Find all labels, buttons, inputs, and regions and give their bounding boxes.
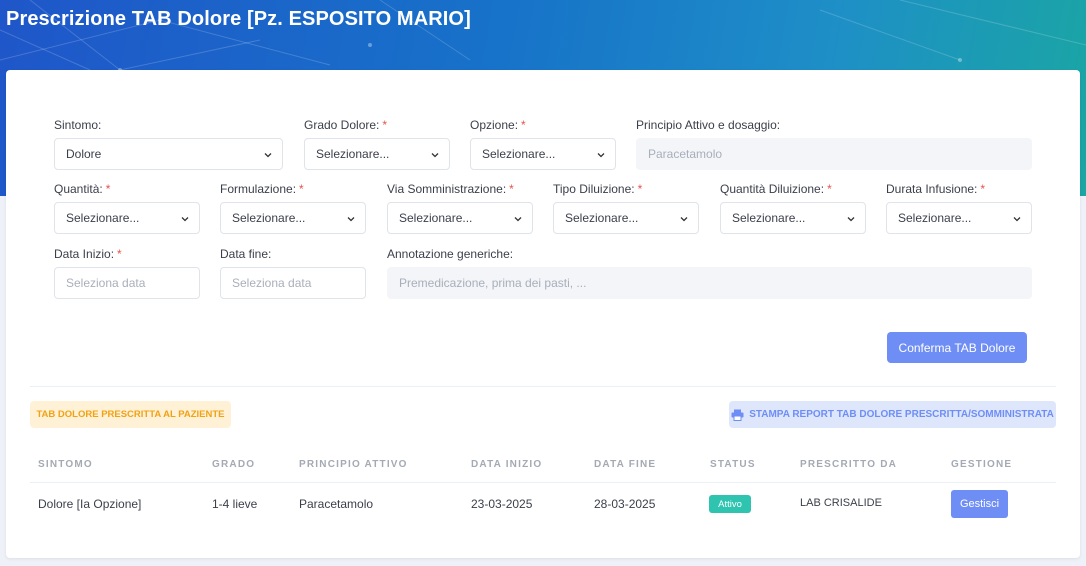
- print-report-button[interactable]: STAMPA REPORT TAB DOLORE PRESCRITTA/SOMM…: [729, 401, 1056, 428]
- print-report-label: STAMPA REPORT TAB DOLORE PRESCRITTA/SOMM…: [749, 409, 1054, 420]
- confirm-button[interactable]: Conferma TAB Dolore: [887, 332, 1027, 363]
- col-sintomo: SINTOMO: [38, 459, 93, 470]
- grado-select[interactable]: Selezionare...: [304, 138, 450, 170]
- status-badge: Attivo: [709, 495, 751, 513]
- via-select[interactable]: Selezionare...: [387, 202, 533, 234]
- formulazione-label: Formulazione: *: [220, 182, 304, 196]
- cell-principio: Paracetamolo: [299, 497, 374, 511]
- table-header-divider: [30, 482, 1056, 483]
- cell-prescritto-da: LAB CRISALIDE: [800, 497, 882, 509]
- chevron-down-icon: [680, 217, 688, 222]
- sintomo-label: Sintomo:: [54, 118, 102, 132]
- chevron-down-icon: [431, 153, 439, 158]
- chevron-down-icon: [264, 153, 272, 158]
- chevron-down-icon: [597, 153, 605, 158]
- diluizione-label: Tipo Diluizione: *: [553, 182, 643, 196]
- cell-sintomo: Dolore [Ia Opzione]: [38, 497, 142, 511]
- col-status: STATUS: [710, 459, 756, 470]
- cell-data-fine: 28-03-2025: [594, 497, 656, 511]
- cell-grado: 1-4 lieve: [212, 497, 258, 511]
- manage-button[interactable]: Gestisci: [951, 490, 1008, 518]
- quantita-diluizione-select[interactable]: Selezionare...: [720, 202, 866, 234]
- diluizione-select[interactable]: Selezionare...: [553, 202, 699, 234]
- col-gestione: GESTIONE: [951, 459, 1013, 470]
- chevron-down-icon: [181, 217, 189, 222]
- principio-input: Paracetamolo: [636, 138, 1032, 170]
- data-inizio-label: Data Inizio: *: [54, 247, 122, 261]
- formulazione-select[interactable]: Selezionare...: [220, 202, 366, 234]
- data-fine-input[interactable]: Seleziona data: [220, 267, 366, 299]
- col-grado: GRADO: [212, 459, 256, 470]
- quantita-label: Quantità: *: [54, 182, 111, 196]
- sintomo-select[interactable]: Dolore: [54, 138, 283, 170]
- prescription-card: Sintomo: Dolore Grado Dolore: * Seleziona…: [6, 70, 1080, 558]
- chevron-down-icon: [347, 217, 355, 222]
- col-data-fine: DATA FINE: [594, 459, 657, 470]
- quantita-select[interactable]: Selezionare...: [54, 202, 200, 234]
- grado-label: Grado Dolore: *: [304, 118, 388, 132]
- chevron-down-icon: [847, 217, 855, 222]
- opzione-select[interactable]: Selezionare...: [470, 138, 616, 170]
- prescribed-badge: TAB DOLORE PRESCRITTA AL PAZIENTE: [30, 401, 231, 428]
- annotazione-input[interactable]: Premedicazione, prima dei pasti, ...: [387, 267, 1032, 299]
- section-divider: [30, 386, 1056, 387]
- annotazione-label: Annotazione generiche:: [387, 247, 514, 261]
- durata-select[interactable]: Selezionare...: [886, 202, 1032, 234]
- data-inizio-input[interactable]: Seleziona data: [54, 267, 200, 299]
- opzione-label: Opzione: *: [470, 118, 526, 132]
- col-prescritto-da: PRESCRITTO DA: [800, 459, 898, 470]
- page-title: Prescrizione TAB Dolore [Pz. ESPOSITO MA…: [6, 8, 471, 30]
- chevron-down-icon: [1013, 217, 1021, 222]
- col-principio: PRINCIPIO ATTIVO: [299, 459, 408, 470]
- via-label: Via Somministrazione: *: [387, 182, 514, 196]
- printer-icon: [731, 409, 744, 421]
- durata-label: Durata Infusione: *: [886, 182, 986, 196]
- cell-data-inizio: 23-03-2025: [471, 497, 533, 511]
- data-fine-label: Data fine:: [220, 247, 272, 261]
- principio-label: Principio Attivo e dosaggio:: [636, 118, 781, 132]
- quantita-diluizione-label: Quantità Diluizione: *: [720, 182, 832, 196]
- col-data-inizio: DATA INIZIO: [471, 459, 543, 470]
- chevron-down-icon: [514, 217, 522, 222]
